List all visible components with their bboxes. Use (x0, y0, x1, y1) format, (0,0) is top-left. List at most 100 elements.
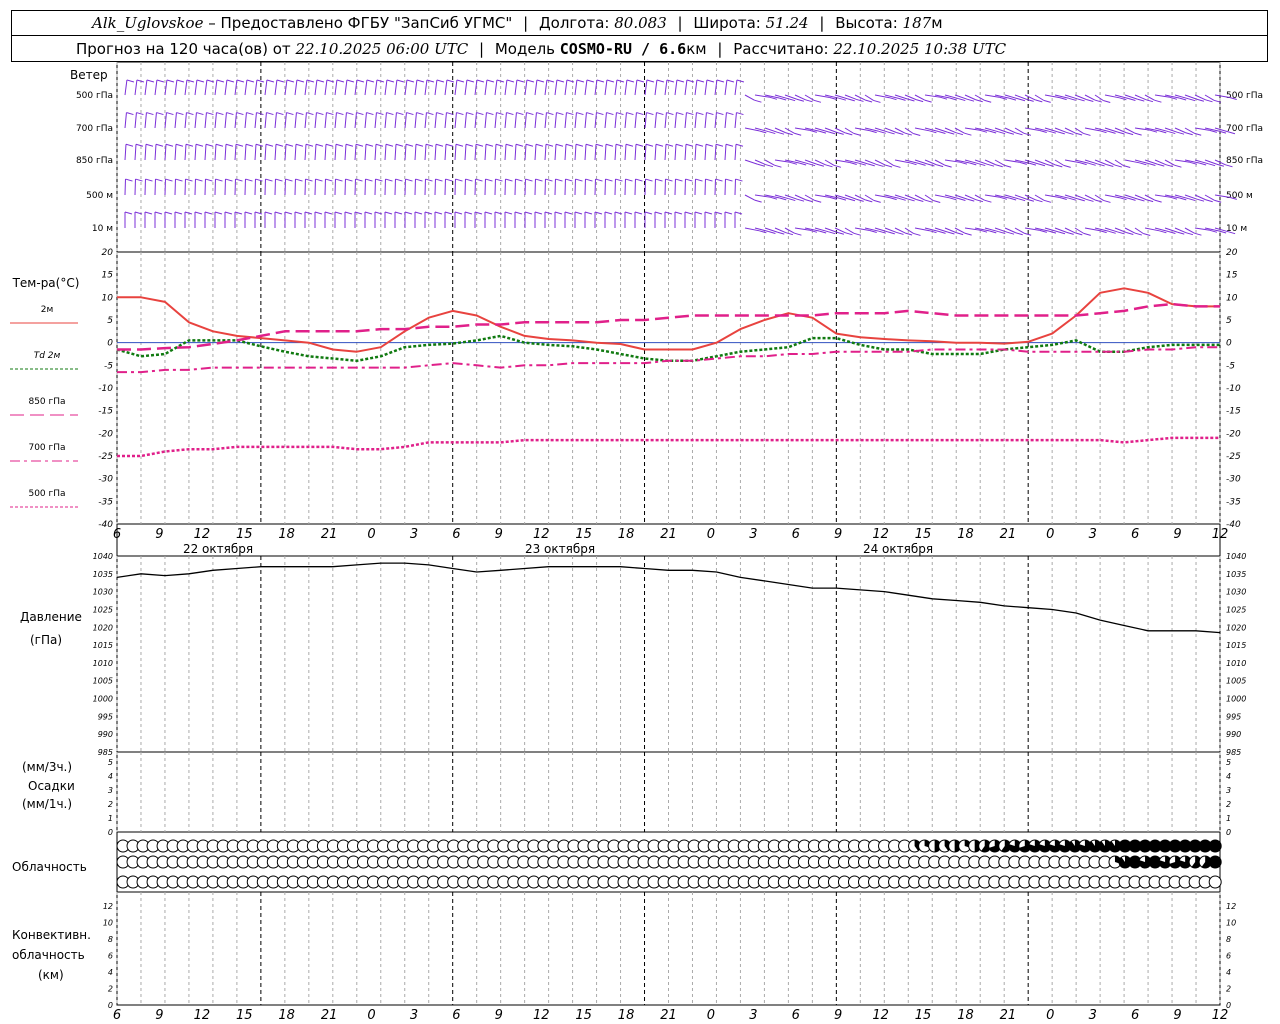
wind-barb-flag (274, 211, 283, 215)
wind-barb-flag (236, 112, 244, 116)
wind-barb-flag (194, 211, 203, 215)
x-tick-label: 18 (957, 1008, 974, 1023)
wind-barb-flag (244, 211, 253, 215)
wind-barb-flag (1017, 198, 1026, 202)
wind-barb-flag (196, 112, 204, 116)
wind-barb (324, 144, 327, 161)
wind-barb-flag (186, 112, 194, 116)
wind-barb-flag (873, 99, 881, 103)
wind-barb (734, 79, 738, 96)
wind-barb-flag (315, 178, 323, 182)
wind-barb (394, 79, 398, 96)
wind-barb (734, 144, 737, 161)
wind-barb-flag (416, 79, 425, 83)
wind-barb-flag (666, 112, 674, 116)
wind-barb-flag (346, 112, 354, 116)
wind-barb-flag (586, 112, 594, 116)
wind-barb-flag (546, 112, 554, 116)
precip-ytick: 5 (108, 758, 113, 767)
wind-barb-flag (585, 178, 593, 182)
wind-barb-flag (145, 143, 154, 147)
wind-barb-flag (276, 112, 284, 116)
wind-barb-flag (845, 232, 853, 236)
wind-level-label-right: 10 м (1226, 224, 1247, 234)
wind-barb (574, 144, 577, 161)
wind-barb (234, 112, 237, 129)
wind-barb (844, 227, 855, 234)
wind-barb-flag (495, 143, 504, 147)
wind-barb-flag (878, 130, 886, 134)
wind-barb (194, 144, 197, 161)
x-tick-label: 6 (452, 1008, 460, 1023)
x-tick-label: 0 (1046, 527, 1054, 542)
wind-barb-flag (1066, 231, 1074, 235)
wind-barb-flag (316, 112, 324, 116)
wind-barb (204, 79, 208, 96)
wind-barb (584, 144, 587, 161)
x-tick-label: 18 (618, 1008, 635, 1023)
wind-barb-flag (1094, 99, 1102, 103)
x-tick-label: 12 (872, 1008, 889, 1023)
wind-barb (194, 79, 198, 96)
wind-barb-flag (515, 143, 524, 147)
x-tick-label: 12 (194, 527, 211, 542)
wind-barb (684, 79, 688, 96)
wind-barb (124, 112, 127, 129)
conv-ytick: 8 (108, 935, 113, 944)
x-tick-label: 6 (1131, 527, 1139, 542)
wind-barb (474, 144, 477, 161)
wind-barb-flag (724, 211, 733, 215)
wind-barb-flag (165, 143, 174, 147)
wind-barb (344, 79, 348, 96)
wind-barb-flag (684, 211, 693, 215)
wind-barb-flag (975, 199, 984, 203)
wind-barb-flag (315, 143, 324, 147)
wind-barb (444, 112, 447, 129)
wind-barb-flag (136, 112, 144, 116)
wind-barb-flag (175, 178, 183, 182)
wind-barb-flag (534, 211, 543, 215)
wind-barb (214, 79, 218, 96)
wind-barb-flag (465, 178, 473, 182)
wind-barb (744, 94, 755, 101)
wind-barb-flag (575, 178, 583, 182)
wind-barb (454, 79, 458, 96)
wind-barb-flag (434, 211, 443, 215)
wind-barb (334, 112, 337, 129)
wind-barb (684, 112, 687, 129)
wind-barb-flag (984, 99, 992, 103)
precip-ytick-right: 2 (1226, 800, 1231, 809)
wind-level-label-right: 500 гПа (1226, 91, 1263, 101)
wind-barb (254, 79, 258, 96)
wind-barb (204, 112, 207, 129)
wind-barb (704, 112, 707, 129)
wind-barb-flag (226, 112, 234, 116)
wind-barb (184, 144, 187, 161)
x-tick-label: 0 (367, 1008, 375, 1023)
conv-ytick-right: 0 (1226, 1001, 1231, 1010)
wind-barb-flag (827, 231, 836, 235)
wind-barb-flag (286, 112, 294, 116)
press-ytick-right: 1040 (1226, 552, 1246, 561)
wind-barb (154, 79, 158, 96)
wind-barb-flag (685, 178, 693, 182)
wind-barb-flag (645, 178, 653, 182)
wind-barb-flag (1145, 199, 1154, 203)
wind-barb-flag (545, 178, 553, 182)
wind-barb-flag (156, 112, 164, 116)
wind-barb-flag (596, 112, 604, 116)
wind-barb-flag (1035, 99, 1043, 103)
wind-barb (524, 144, 527, 161)
wind-barb-flag (225, 143, 234, 147)
wind-barb-flag (1004, 164, 1012, 168)
precip-ytick: 2 (108, 800, 113, 809)
wind-barb-flag (215, 143, 224, 147)
x-tick-label: 15 (915, 527, 932, 542)
temp-ytick-right: -5 (1226, 361, 1235, 371)
wind-barb (594, 112, 597, 129)
wind-barb (254, 144, 257, 161)
wind-barb (614, 112, 617, 129)
x-tick-label: 21 (1000, 527, 1017, 542)
wind-barb-flag (296, 112, 304, 116)
wind-barb-flag (1194, 132, 1202, 136)
